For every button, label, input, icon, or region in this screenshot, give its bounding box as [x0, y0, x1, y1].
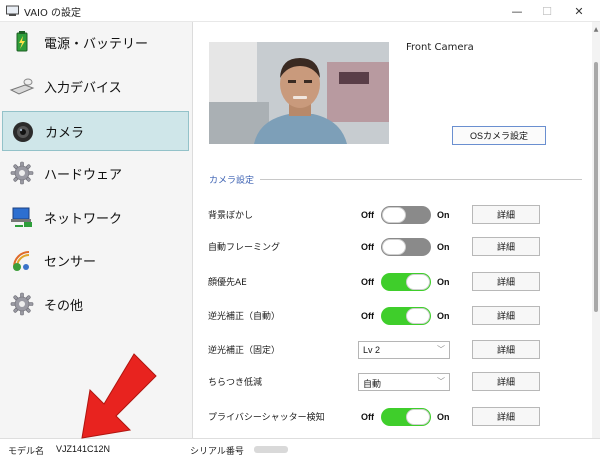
detail-button[interactable]: 詳細 [472, 205, 540, 224]
chevron-down-icon: ﹀ [437, 345, 445, 354]
on-label: On [437, 311, 450, 321]
background-blur-toggle[interactable] [381, 206, 431, 224]
sidebar-item-label: センサー [44, 254, 97, 270]
serial-number-label: シリアル番号 [190, 447, 244, 457]
detail-button[interactable]: 詳細 [472, 372, 540, 391]
detail-button[interactable]: 詳細 [472, 340, 540, 359]
network-icon [9, 204, 35, 230]
off-label: Off [361, 277, 374, 287]
toggle-knob [406, 274, 430, 290]
setting-row-background-blur: 背景ぼかし Off On 詳細 [194, 203, 592, 227]
flicker-reduction-select[interactable]: 自動 ﹀ [358, 373, 450, 391]
app-icon [6, 5, 19, 16]
detail-button[interactable]: 詳細 [472, 407, 540, 426]
toggle-knob [382, 207, 406, 223]
minimize-icon: — [511, 4, 523, 18]
sidebar-item-sensor[interactable]: センサー [2, 240, 189, 280]
gear-icon [9, 160, 35, 186]
section-title: カメラ設定 [209, 176, 255, 186]
close-icon: ✕ [574, 4, 584, 18]
sidebar-item-label: 電源・バッテリー [44, 36, 149, 52]
setting-label: ちらつき低減 [208, 378, 263, 388]
model-name-value: VJZ141C12N [56, 444, 111, 454]
window-title: VAIO の設定 [24, 8, 82, 19]
os-camera-settings-button[interactable]: OSカメラ設定 [452, 126, 546, 145]
sidebar-item-label: ハードウェア [44, 167, 123, 183]
detail-button[interactable]: 詳細 [472, 306, 540, 325]
select-value: Lv 2 [363, 345, 381, 355]
on-label: On [437, 210, 450, 220]
keyboard-mouse-icon [9, 73, 35, 99]
scrollbar[interactable]: ▲ [592, 22, 600, 438]
toggle-knob [406, 308, 430, 324]
setting-row-privacy-shutter: プライバシーシャッター検知 Off On 詳細 [194, 405, 592, 429]
off-label: Off [361, 210, 374, 220]
toggle-knob [406, 409, 430, 425]
scroll-thumb[interactable] [594, 62, 598, 312]
minimize-button[interactable]: — [502, 0, 532, 22]
sidebar-item-other[interactable]: その他 [2, 284, 189, 324]
battery-icon [9, 29, 35, 55]
setting-label: 逆光補正（自動） [208, 312, 281, 322]
privacy-shutter-toggle[interactable] [381, 408, 431, 426]
setting-row-backlight-auto: 逆光補正（自動） Off On 詳細 [194, 304, 592, 328]
off-label: Off [361, 242, 374, 252]
select-value: 自動 [363, 379, 382, 389]
on-label: On [437, 412, 450, 422]
sidebar-item-network[interactable]: ネットワーク [2, 197, 189, 237]
sidebar-item-power-battery[interactable]: 電源・バッテリー [2, 22, 189, 62]
annotation-arrow-icon [81, 353, 157, 439]
face-priority-ae-toggle[interactable] [381, 273, 431, 291]
camera-preview-label: Front Camera [406, 42, 474, 53]
sidebar-item-label: その他 [44, 298, 84, 314]
sidebar-item-label: ネットワーク [44, 211, 123, 227]
setting-label: プライバシーシャッター検知 [208, 413, 325, 423]
on-label: On [437, 242, 450, 252]
setting-label: 逆光補正（固定） [208, 346, 281, 356]
gear-icon [9, 291, 35, 317]
scroll-up-arrow-icon[interactable]: ▲ [592, 26, 600, 34]
auto-framing-toggle[interactable] [381, 238, 431, 256]
sensor-icon [9, 247, 35, 273]
sidebar-item-input-devices[interactable]: 入力デバイス [2, 66, 189, 106]
section-divider [260, 179, 582, 180]
model-name-label: モデル名 [8, 447, 45, 457]
camera-preview [209, 42, 389, 144]
detail-button[interactable]: 詳細 [472, 237, 540, 256]
backlight-level-select[interactable]: Lv 2 ﹀ [358, 341, 450, 359]
setting-label: 自動フレーミング [208, 243, 281, 253]
setting-row-face-priority-ae: 顔優先AE Off On 詳細 [194, 270, 592, 294]
setting-row-flicker-reduction: ちらつき低減 自動 ﹀ 詳細 [194, 370, 592, 394]
on-label: On [437, 277, 450, 287]
toggle-knob [382, 239, 406, 255]
sidebar-item-label: 入力デバイス [44, 80, 122, 96]
serial-number-redacted [254, 446, 288, 453]
main-panel: Front Camera OSカメラ設定 カメラ設定 背景ぼかし Off On … [194, 22, 600, 438]
chevron-down-icon: ﹀ [437, 377, 445, 386]
off-label: Off [361, 311, 374, 321]
camera-icon [10, 119, 36, 145]
sidebar-item-camera[interactable]: カメラ [2, 111, 189, 151]
sidebar-item-hardware[interactable]: ハードウェア [2, 153, 189, 193]
setting-row-auto-framing: 自動フレーミング Off On 詳細 [194, 235, 592, 259]
backlight-auto-toggle[interactable] [381, 307, 431, 325]
detail-button[interactable]: 詳細 [472, 272, 540, 291]
maximize-icon: ☐ [542, 4, 552, 18]
setting-label: 顔優先AE [208, 278, 247, 288]
off-label: Off [361, 412, 374, 422]
setting-label: 背景ぼかし [208, 211, 254, 221]
maximize-button[interactable]: ☐ [532, 0, 562, 22]
title-bar: VAIO の設定 — ☐ ✕ [0, 0, 600, 22]
sidebar-item-label: カメラ [45, 125, 85, 141]
setting-row-backlight-fixed: 逆光補正（固定） Lv 2 ﹀ 詳細 [194, 338, 592, 362]
close-button[interactable]: ✕ [564, 0, 594, 22]
